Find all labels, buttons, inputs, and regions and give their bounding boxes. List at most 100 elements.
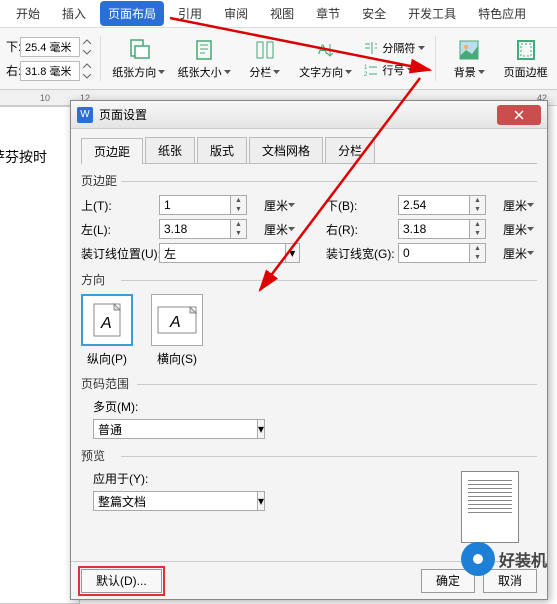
background-label: 背景 — [454, 64, 476, 80]
left-spinner[interactable]: ▲▼ — [231, 219, 247, 239]
left-label: 左(L): — [81, 221, 153, 238]
breaks-button[interactable]: 分隔符 — [361, 39, 427, 57]
close-button[interactable] — [497, 105, 541, 125]
chevron-down-icon[interactable]: ▾ — [286, 243, 300, 263]
dialog-tabs: 页边距 纸张 版式 文档网格 分栏 — [81, 137, 537, 164]
section-margins-title: 页边距 — [81, 172, 537, 189]
top-unit[interactable]: 厘米 — [261, 196, 300, 215]
portrait-option[interactable]: A 纵向(P) — [81, 294, 133, 367]
multipage-select[interactable] — [93, 419, 258, 439]
tab-page-layout[interactable]: 页面布局 — [100, 1, 164, 26]
background-button[interactable]: 背景 — [444, 32, 494, 85]
bottom-input[interactable] — [398, 195, 470, 215]
dialog-title: 页面设置 — [99, 106, 497, 123]
chevron-down-icon[interactable]: ▾ — [258, 491, 265, 511]
apply-to-select[interactable] — [93, 491, 258, 511]
ruler-mark: 10 — [40, 93, 50, 103]
landscape-option[interactable]: A 横向(S) — [151, 294, 203, 367]
chevron-down-icon — [407, 68, 414, 72]
document-text: 萨芬按时 — [0, 149, 47, 165]
landscape-label: 横向(S) — [157, 350, 197, 367]
left-input[interactable] — [159, 219, 231, 239]
text-direction-button[interactable]: A 文字方向 — [296, 32, 355, 85]
top-input[interactable] — [159, 195, 231, 215]
top-spinner[interactable]: ▲▼ — [231, 195, 247, 215]
tab-docgrid[interactable]: 文档网格 — [249, 137, 323, 163]
orientation-icon — [127, 38, 151, 62]
svg-text:A: A — [318, 41, 328, 57]
line-numbers-button[interactable]: 12 行号 — [361, 61, 427, 79]
paper-size-label: 纸张大小 — [178, 64, 222, 80]
breaks-label: 分隔符 — [382, 40, 415, 56]
chevron-down-icon — [345, 70, 352, 74]
tab-developer[interactable]: 开发工具 — [400, 1, 464, 26]
gutter-width-input[interactable] — [398, 243, 470, 263]
left-unit[interactable]: 厘米 — [261, 220, 300, 239]
chevron-down-icon — [527, 203, 534, 207]
tab-review[interactable]: 审阅 — [216, 1, 256, 26]
tab-sections[interactable]: 章节 — [308, 1, 348, 26]
bottom-label: 下(B): — [326, 197, 392, 214]
spinner-icon[interactable] — [82, 63, 92, 79]
page-border-button[interactable]: 页面边框 — [500, 32, 551, 85]
portrait-label: 纵向(P) — [87, 350, 127, 367]
ribbon-toolbar: 下: 右: 纸张方向 纸张大小 分栏 A 文字方向 分隔符 12 行号 — [0, 28, 557, 90]
svg-text:1: 1 — [364, 65, 368, 71]
line-numbers-label: 行号 — [382, 62, 404, 78]
gutter-pos-label: 装订线位置(U): — [81, 245, 153, 262]
text-direction-icon: A — [314, 38, 338, 62]
columns-button[interactable]: 分栏 — [240, 32, 290, 85]
bottom-spinner[interactable]: ▲▼ — [470, 195, 486, 215]
preview-thumbnail — [461, 471, 519, 543]
tab-view[interactable]: 视图 — [262, 1, 302, 26]
page-setup-dialog: W 页面设置 页边距 纸张 版式 文档网格 分栏 页边距 上(T): ▲▼ 厘米… — [70, 100, 548, 600]
app-icon: W — [77, 107, 93, 123]
gutter-width-spinner[interactable]: ▲▼ — [470, 243, 486, 263]
gutter-pos-select[interactable] — [159, 243, 286, 263]
top-label: 上(T): — [81, 197, 153, 214]
paper-size-button[interactable]: 纸张大小 — [174, 32, 233, 85]
columns-icon — [253, 38, 277, 62]
chevron-down-icon[interactable]: ▾ — [258, 419, 265, 439]
portrait-icon: A — [92, 302, 122, 338]
section-orientation-title: 方向 — [81, 271, 537, 288]
breaks-icon — [363, 40, 379, 56]
bottom-unit[interactable]: 厘米 — [500, 196, 537, 215]
dialog-titlebar[interactable]: W 页面设置 — [71, 101, 547, 129]
cancel-button[interactable]: 取消 — [483, 569, 537, 593]
tab-references[interactable]: 引用 — [170, 1, 210, 26]
gutter-width-label: 装订线宽(G): — [326, 245, 392, 262]
chevron-down-icon — [418, 46, 425, 50]
ok-button[interactable]: 确定 — [421, 569, 475, 593]
gutter-width-unit[interactable]: 厘米 — [500, 244, 537, 263]
spinner-icon[interactable] — [82, 39, 92, 55]
line-numbers-icon: 12 — [363, 62, 379, 78]
tab-paper[interactable]: 纸张 — [145, 137, 195, 163]
margin-bottom-input[interactable] — [20, 61, 80, 81]
section-preview-title: 预览 — [81, 447, 537, 464]
chevron-down-icon — [158, 70, 165, 74]
svg-text:A: A — [169, 314, 181, 331]
tab-start[interactable]: 开始 — [8, 1, 48, 26]
tab-margins[interactable]: 页边距 — [81, 138, 143, 164]
tab-columns[interactable]: 分栏 — [325, 137, 375, 163]
tab-insert[interactable]: 插入 — [54, 1, 94, 26]
default-button[interactable]: 默认(D)... — [81, 569, 162, 593]
margin-top-input[interactable] — [20, 37, 80, 57]
chevron-down-icon — [288, 203, 295, 207]
tab-featured[interactable]: 特色应用 — [470, 1, 534, 26]
orientation-button[interactable]: 纸张方向 — [109, 32, 168, 85]
chevron-down-icon — [478, 70, 485, 74]
ribbon-tabs: 开始 插入 页面布局 引用 审阅 视图 章节 安全 开发工具 特色应用 — [0, 0, 557, 28]
tab-security[interactable]: 安全 — [354, 1, 394, 26]
document-page: 萨芬按时 — [0, 106, 80, 604]
right-spinner[interactable]: ▲▼ — [470, 219, 486, 239]
right-input[interactable] — [398, 219, 470, 239]
margin-bottom-label: 右: — [6, 62, 18, 79]
tab-layout[interactable]: 版式 — [197, 137, 247, 163]
close-icon — [514, 110, 524, 120]
right-unit[interactable]: 厘米 — [500, 220, 537, 239]
chevron-down-icon — [273, 70, 280, 74]
landscape-icon: A — [156, 305, 198, 335]
margin-inputs-group: 下: 右: — [6, 32, 92, 85]
